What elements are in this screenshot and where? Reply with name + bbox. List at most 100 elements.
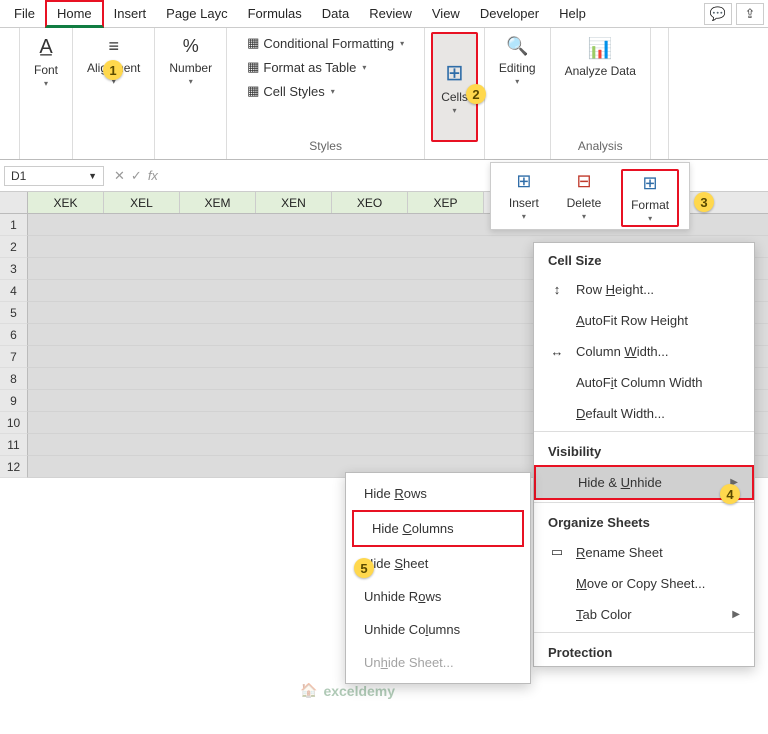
row-header[interactable]: 4 xyxy=(0,280,28,302)
tab-review[interactable]: Review xyxy=(359,2,422,25)
font-label: Font xyxy=(34,63,58,77)
group-styles: ▦ Conditional Formatting ▾ ▦ Format as T… xyxy=(227,28,425,159)
menu-header-protection: Protection xyxy=(534,635,754,666)
cells-label: Cells xyxy=(441,90,468,104)
font-icon: A̲ xyxy=(39,36,52,59)
cond-fmt-icon: ▦ xyxy=(247,35,259,51)
name-box[interactable]: D1 ▼ xyxy=(4,166,104,186)
rename-sheet-item[interactable]: ▭ Rename Sheet xyxy=(534,536,754,568)
tab-developer[interactable]: Developer xyxy=(470,2,549,25)
format-label: Format xyxy=(631,198,669,212)
row-header[interactable]: 2 xyxy=(0,236,28,258)
menu-header-visibility: Visibility xyxy=(534,434,754,465)
row-header[interactable]: 11 xyxy=(0,434,28,456)
chevron-down-icon: ▾ xyxy=(400,39,404,48)
menu-header-organize: Organize Sheets xyxy=(534,505,754,536)
delete-icon: ⊟ xyxy=(576,171,591,192)
col-header[interactable]: XEP xyxy=(408,192,484,213)
chevron-down-icon: ▾ xyxy=(362,63,366,72)
callout-4: 4 xyxy=(720,484,740,504)
col-header[interactable]: XEL xyxy=(104,192,180,213)
row-header[interactable]: 8 xyxy=(0,368,28,390)
tab-view[interactable]: View xyxy=(422,2,470,25)
select-all-corner[interactable] xyxy=(0,192,28,213)
percent-icon: % xyxy=(183,36,199,57)
tab-home[interactable]: Home xyxy=(45,0,104,28)
insert-icon: ⊞ xyxy=(516,171,531,192)
move-copy-item[interactable]: Move or Copy Sheet... xyxy=(534,568,754,599)
analyze-label: Analyze Data xyxy=(565,65,636,78)
enter-icon[interactable]: ✓ xyxy=(131,168,142,184)
chevron-down-icon: ▾ xyxy=(453,106,457,115)
tab-formulas[interactable]: Formulas xyxy=(238,2,312,25)
editing-button[interactable]: 🔍 Editing ▾ xyxy=(491,32,544,90)
table-icon: ▦ xyxy=(247,59,259,75)
autofit-row-item[interactable]: AutoFit Row Height xyxy=(534,305,754,336)
delete-cells-button[interactable]: ⊟ Delete ▾ xyxy=(559,169,610,227)
format-as-table-button[interactable]: ▦ Format as Table ▾ xyxy=(241,56,372,78)
col-header[interactable]: XEM xyxy=(180,192,256,213)
editing-icon: 🔍 xyxy=(506,36,528,57)
group-editing: 🔍 Editing ▾ xyxy=(485,28,551,159)
row-header[interactable]: 12 xyxy=(0,456,28,478)
row-header[interactable]: 6 xyxy=(0,324,28,346)
autofit-col-item[interactable]: AutoFit Column Width xyxy=(534,367,754,398)
cancel-icon[interactable]: ✕ xyxy=(114,168,125,184)
format-cells-button[interactable]: ⊞ Format ▾ xyxy=(621,169,679,227)
chevron-down-icon: ▾ xyxy=(44,79,48,88)
format-menu: Cell Size ↕ Row Height... AutoFit Row He… xyxy=(533,242,755,667)
row-height-icon: ↕ xyxy=(548,282,566,297)
column-width-item[interactable]: ↔ Column Width... xyxy=(534,336,754,367)
tab-insert[interactable]: Insert xyxy=(104,2,157,25)
delete-label: Delete xyxy=(567,196,602,210)
number-button[interactable]: % Number ▾ xyxy=(161,32,220,90)
conditional-formatting-button[interactable]: ▦ Conditional Formatting ▾ xyxy=(241,32,410,54)
chevron-down-icon: ▾ xyxy=(331,87,335,96)
analyze-icon: 📊 xyxy=(588,36,613,61)
analysis-group-label: Analysis xyxy=(578,137,623,155)
analyze-data-button[interactable]: 📊 Analyze Data xyxy=(557,32,644,82)
unhide-sheet-item[interactable]: Unhide Sheet... xyxy=(346,646,530,679)
tab-file[interactable]: File xyxy=(4,2,45,25)
chevron-down-icon: ▾ xyxy=(648,214,652,223)
editing-label: Editing xyxy=(499,61,536,75)
name-box-value: D1 xyxy=(11,169,26,183)
unhide-rows-item[interactable]: Unhide Rows xyxy=(346,580,530,613)
tab-data[interactable]: Data xyxy=(312,2,359,25)
tab-help[interactable]: Help xyxy=(549,2,596,25)
col-header[interactable]: XEN xyxy=(256,192,332,213)
tab-pagelayout[interactable]: Page Layc xyxy=(156,2,237,25)
number-label: Number xyxy=(169,61,212,75)
font-button[interactable]: A̲ Font ▾ xyxy=(26,32,66,92)
row-header[interactable]: 7 xyxy=(0,346,28,368)
share-icon[interactable]: ⇪ xyxy=(736,3,764,25)
fx-icon[interactable]: fx xyxy=(148,168,158,183)
row-header[interactable]: 5 xyxy=(0,302,28,324)
hide-sheet-item[interactable]: Hide Sheet xyxy=(346,547,530,580)
ribbon: A̲ Font ▾ ≡ Alignment ▾ % Number ▾ ▦ Con… xyxy=(0,28,768,160)
row-header[interactable]: 3 xyxy=(0,258,28,280)
default-width-item[interactable]: Default Width... xyxy=(534,398,754,429)
format-table-label: Format as Table xyxy=(263,60,356,75)
hide-rows-item[interactable]: Hide Rows xyxy=(346,477,530,510)
hide-columns-item[interactable]: Hide Columns xyxy=(352,510,524,547)
tab-color-item[interactable]: Tab Color ▶ xyxy=(534,599,754,630)
row-header[interactable]: 10 xyxy=(0,412,28,434)
col-header[interactable]: XEK xyxy=(28,192,104,213)
menu-header-cellsize: Cell Size xyxy=(534,243,754,274)
row-height-item[interactable]: ↕ Row Height... xyxy=(534,274,754,305)
chevron-down-icon: ▾ xyxy=(515,77,519,86)
row-header[interactable]: 1 xyxy=(0,214,28,236)
row-header[interactable]: 9 xyxy=(0,390,28,412)
cell-styles-label: Cell Styles xyxy=(263,84,324,99)
col-header[interactable]: XEO xyxy=(332,192,408,213)
chevron-down-icon: ▾ xyxy=(522,212,526,221)
chevron-down-icon: ▾ xyxy=(189,77,193,86)
group-number: % Number ▾ xyxy=(155,28,227,159)
unhide-columns-item[interactable]: Unhide Columns xyxy=(346,613,530,646)
callout-1: 1 xyxy=(103,60,123,80)
insert-cells-button[interactable]: ⊞ Insert ▾ xyxy=(501,169,547,227)
comments-icon[interactable]: 💬 xyxy=(704,3,732,25)
group-analysis: 📊 Analyze Data Analysis xyxy=(551,28,651,159)
cell-styles-button[interactable]: ▦ Cell Styles ▾ xyxy=(241,80,341,102)
